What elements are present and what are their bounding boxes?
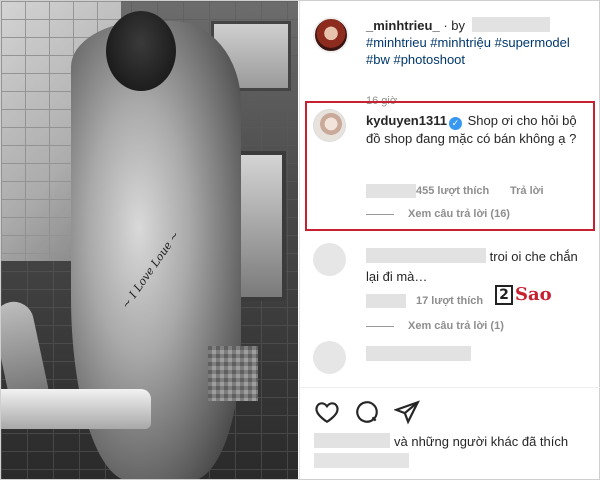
caption-hashtags[interactable]: #minhtrieu #minhtriệu #supermodel #bw #p… [366,35,570,67]
replies-divider-line [366,214,394,215]
commenter-avatar[interactable] [313,109,346,142]
blurred-username [314,433,390,448]
comment-likes[interactable]: 455 lượt thích [416,185,489,197]
post-caption: _minhtrieu_ · by #minhtrieu #minhtriệu #… [366,17,591,68]
replies-divider-line [366,326,394,327]
view-replies-link[interactable]: Xem câu trả lời (16) [408,208,510,220]
view-replies-link[interactable]: Xem câu trả lời (1) [408,320,504,332]
blurred-timestamp [366,294,406,308]
commenter-username[interactable]: kyduyen1311 [366,113,447,128]
comment-icon[interactable] [354,399,380,425]
share-icon[interactable] [394,399,420,425]
second-comment: troi oi che chắn lại đi mà… [366,247,581,287]
caption-by: · by [443,18,465,33]
heart-icon[interactable] [314,399,340,425]
highlighted-comment: kyduyen1311 ✓ Shop ơi cho hỏi bộ đồ shop … [366,112,581,148]
comments-panel: _minhtrieu_ · by #minhtrieu #minhtriệu #… [299,1,600,479]
liked-by-row: và những người khác đã thích [314,433,568,449]
blurred-post-date [314,453,409,468]
comment-likes[interactable]: 17 lượt thích [416,295,483,307]
commenter-avatar-blurred[interactable] [313,243,346,276]
liked-by-text[interactable]: và những người khác đã thích [394,434,568,449]
verified-badge-icon: ✓ [448,117,462,130]
2sao-watermark-logo: 2 Sao [495,284,552,305]
watermark-word: Sao [515,284,552,305]
reply-button[interactable]: Trả lời [510,185,544,197]
actions-divider [300,387,600,388]
post-actions [314,399,420,425]
post-photo[interactable]: ~ I Love Loue ~ [1,1,298,479]
blurred-username [471,17,550,32]
commenter-avatar-blurred[interactable] [313,341,346,374]
blurred-username [366,248,486,263]
blurred-timestamp [366,184,416,198]
sink-counter [1,389,151,429]
blurred-comment [366,346,471,361]
model-head [106,11,176,91]
author-username[interactable]: _minhtrieu_ [366,18,440,33]
author-avatar[interactable] [313,17,349,53]
censor-pixelation [208,346,258,401]
watermark-number: 2 [495,284,513,305]
